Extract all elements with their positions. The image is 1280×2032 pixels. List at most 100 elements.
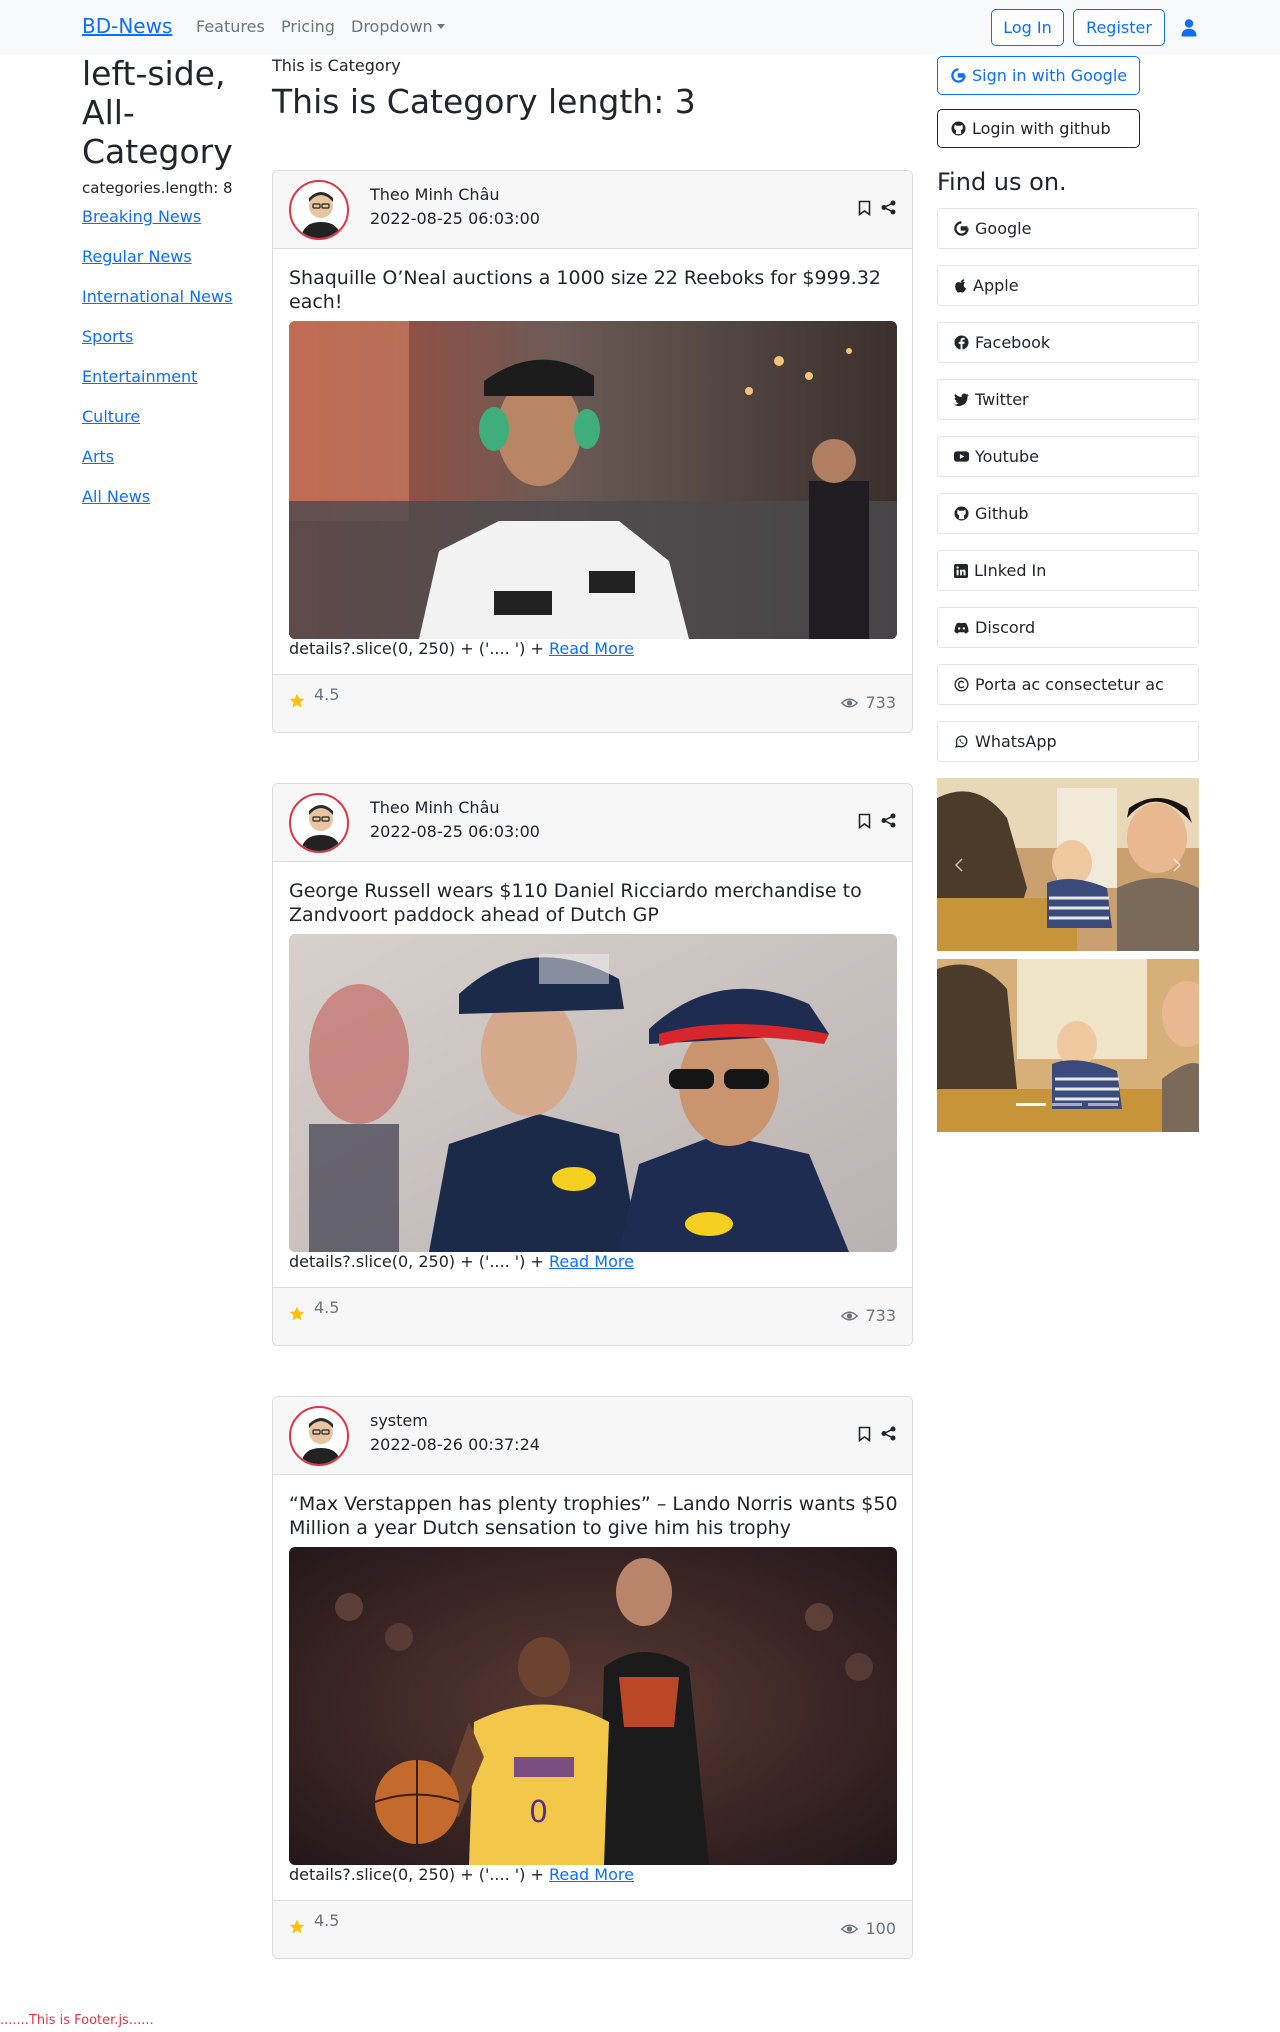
social-github-label: Github (975, 504, 1029, 523)
share-icon[interactable] (881, 1426, 896, 1441)
post-title[interactable]: Shaquille O’Neal auctions a 1000 size 22… (289, 266, 899, 314)
github-login-button[interactable]: Login with github (937, 109, 1140, 148)
post-title[interactable]: “Max Verstappen has plenty trophies” – L… (289, 1492, 899, 1540)
post-date: 2022-08-25 06:03:00 (370, 822, 540, 841)
copyright-icon (954, 677, 969, 692)
post-details: details?.slice(0, 250) + ('.... ') + Rea… (289, 639, 634, 658)
chevron-right-icon[interactable] (1173, 858, 1181, 872)
share-icon[interactable] (881, 200, 896, 215)
list-item: Arts (82, 447, 232, 487)
categories-count: categories.length: 8 (82, 179, 233, 197)
category-label: This is Category (272, 56, 401, 75)
carousel-indicator[interactable] (1016, 1103, 1046, 1106)
read-more-link[interactable]: Read More (549, 639, 634, 658)
card-header: system 2022-08-26 00:37:24 (273, 1397, 912, 1475)
image-carousel[interactable] (937, 959, 1199, 1132)
google-icon (954, 221, 969, 236)
category-link-breaking-news[interactable]: Breaking News (82, 207, 201, 226)
category-link-regular-news[interactable]: Regular News (82, 247, 192, 266)
post-image (289, 934, 897, 1252)
category-link-sports[interactable]: Sports (82, 327, 133, 346)
post-date: 2022-08-25 06:03:00 (370, 209, 540, 228)
category-link-international-news[interactable]: International News (82, 287, 232, 306)
share-icon[interactable] (881, 813, 896, 828)
twitter-icon (954, 393, 969, 406)
social-discord[interactable]: Discord (937, 607, 1199, 648)
nav-pricing[interactable]: Pricing (281, 17, 335, 36)
carousel-indicator[interactable] (1088, 1103, 1118, 1106)
social-google-label: Google (975, 219, 1032, 238)
social-apple[interactable]: Apple (937, 265, 1199, 306)
page-title: This is Category length: 3 (272, 82, 696, 121)
user-icon[interactable] (1181, 19, 1197, 37)
discord-icon (954, 622, 969, 634)
post-date: 2022-08-26 00:37:24 (370, 1435, 540, 1454)
card-footer: 4.5 100 (273, 1900, 912, 1958)
read-more-link[interactable]: Read More (549, 1252, 634, 1271)
carousel-image (937, 959, 1199, 1132)
chevron-left-icon[interactable] (955, 858, 963, 872)
left-sidebar-title: left-side, All-Category (82, 54, 233, 171)
category-link-culture[interactable]: Culture (82, 407, 140, 426)
post-author: system (370, 1411, 428, 1430)
social-twitter[interactable]: Twitter (937, 379, 1199, 420)
facebook-icon (954, 335, 969, 350)
github-icon (951, 121, 966, 136)
post-title[interactable]: George Russell wears $110 Daniel Ricciar… (289, 879, 899, 927)
google-signin-button[interactable]: Sign in with Google (937, 56, 1140, 95)
social-discord-label: Discord (975, 618, 1036, 637)
apple-icon (955, 279, 967, 293)
social-linkedin[interactable]: LInked In (937, 550, 1199, 591)
bookmark-icon[interactable] (858, 200, 871, 216)
nav-features[interactable]: Features (196, 17, 265, 36)
eye-icon (841, 1311, 859, 1320)
bookmark-icon[interactable] (858, 1426, 871, 1442)
category-list: Breaking News Regular News International… (82, 207, 232, 527)
list-item: Entertainment (82, 367, 232, 407)
avatar (289, 793, 349, 853)
image-carousel[interactable] (937, 778, 1199, 951)
category-link-entertainment[interactable]: Entertainment (82, 367, 197, 386)
news-card: Theo Minh Châu 2022-08-25 06:03:00 Shaqu… (272, 170, 913, 733)
nav-dropdown-label: Dropdown (351, 17, 433, 36)
card-footer: 4.5 733 (273, 674, 912, 732)
post-views: 733 (841, 693, 896, 712)
post-details: details?.slice(0, 250) + ('.... ') + Rea… (289, 1252, 634, 1271)
category-link-arts[interactable]: Arts (82, 447, 114, 466)
social-facebook-label: Facebook (975, 333, 1051, 352)
social-facebook[interactable]: Facebook (937, 322, 1199, 363)
bookmark-icon[interactable] (858, 813, 871, 829)
list-item: All News (82, 487, 232, 527)
post-views: 100 (841, 1919, 896, 1938)
post-rating: 4.5 (314, 1298, 340, 1317)
post-details-text: details?.slice(0, 250) + ('.... ') + (289, 639, 544, 658)
footer-text: .......This is Footer.js...... (0, 2013, 154, 2028)
google-icon (951, 68, 966, 83)
social-twitter-label: Twitter (975, 390, 1029, 409)
list-item: Culture (82, 407, 232, 447)
read-more-link[interactable]: Read More (549, 1865, 634, 1884)
social-porta[interactable]: Porta ac consectetur ac (937, 664, 1199, 705)
news-card: Theo Minh Châu 2022-08-25 06:03:00 Georg… (272, 783, 913, 1346)
list-item: Breaking News (82, 207, 232, 247)
social-porta-label: Porta ac consectetur ac (975, 675, 1164, 694)
social-github[interactable]: Github (937, 493, 1199, 534)
register-button[interactable]: Register (1073, 9, 1165, 46)
card-header: Theo Minh Châu 2022-08-25 06:03:00 (273, 784, 912, 862)
social-youtube[interactable]: Youtube (937, 436, 1199, 477)
card-footer: 4.5 733 (273, 1287, 912, 1345)
post-author: Theo Minh Châu (370, 798, 500, 817)
carousel-indicator[interactable] (1052, 1103, 1082, 1106)
social-whatsapp[interactable]: WhatsApp (937, 721, 1199, 762)
category-link-all-news[interactable]: All News (82, 487, 150, 506)
login-button[interactable]: Log In (991, 9, 1064, 46)
social-google[interactable]: Google (937, 208, 1199, 249)
eye-icon (841, 1924, 859, 1933)
brand-link[interactable]: BD-News (82, 14, 172, 38)
star-icon (289, 693, 305, 708)
post-rating: 4.5 (314, 685, 340, 704)
views-count: 733 (865, 693, 896, 712)
nav-dropdown[interactable]: Dropdown (351, 17, 445, 36)
social-apple-label: Apple (973, 276, 1019, 295)
github-login-label: Login with github (972, 119, 1111, 138)
